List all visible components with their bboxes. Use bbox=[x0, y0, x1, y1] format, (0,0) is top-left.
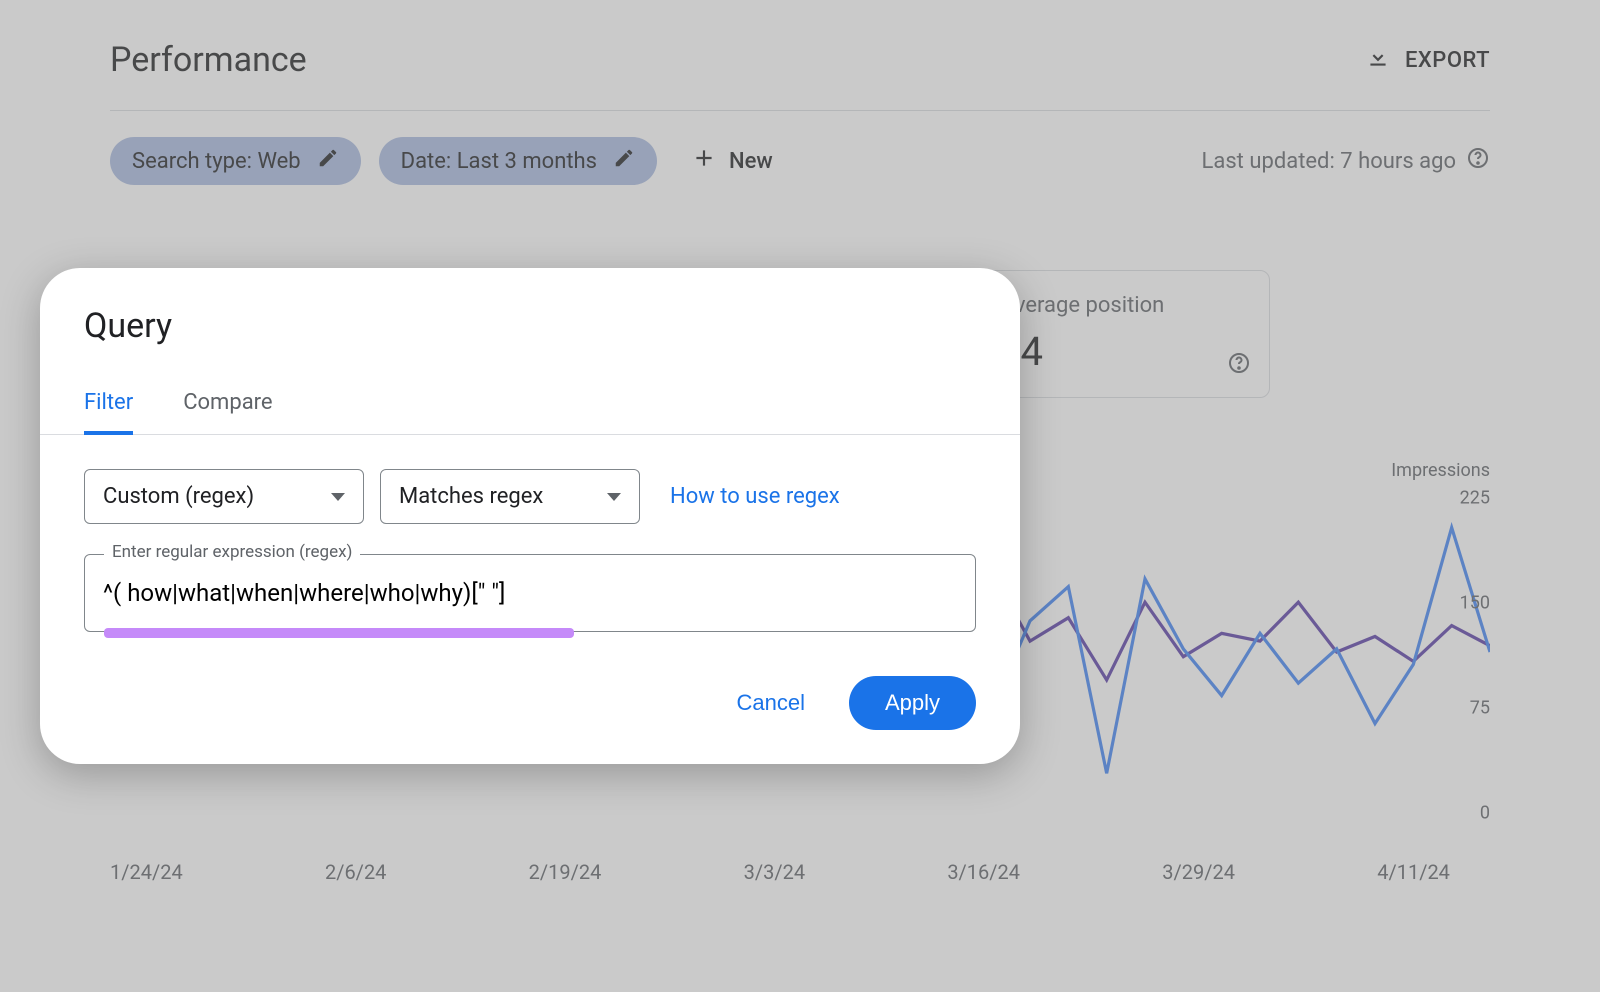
select-filter-mode[interactable]: Custom (regex) bbox=[84, 469, 364, 524]
select-filter-mode-value: Custom (regex) bbox=[103, 484, 254, 509]
highlight-bar bbox=[104, 628, 574, 638]
tab-filter[interactable]: Filter bbox=[84, 380, 133, 435]
modal-title: Query bbox=[84, 306, 976, 346]
regex-field-label: Enter regular expression (regex) bbox=[104, 542, 360, 562]
select-match-type-value: Matches regex bbox=[399, 484, 543, 509]
query-filter-modal: Query Filter Compare Custom (regex) Matc… bbox=[40, 268, 1020, 764]
regex-input[interactable] bbox=[84, 554, 976, 632]
chevron-down-icon bbox=[331, 493, 345, 501]
chevron-down-icon bbox=[607, 493, 621, 501]
select-match-type[interactable]: Matches regex bbox=[380, 469, 640, 524]
apply-button[interactable]: Apply bbox=[849, 676, 976, 730]
how-to-use-regex-link[interactable]: How to use regex bbox=[670, 484, 840, 509]
tab-compare[interactable]: Compare bbox=[183, 380, 272, 434]
cancel-button[interactable]: Cancel bbox=[718, 678, 822, 728]
